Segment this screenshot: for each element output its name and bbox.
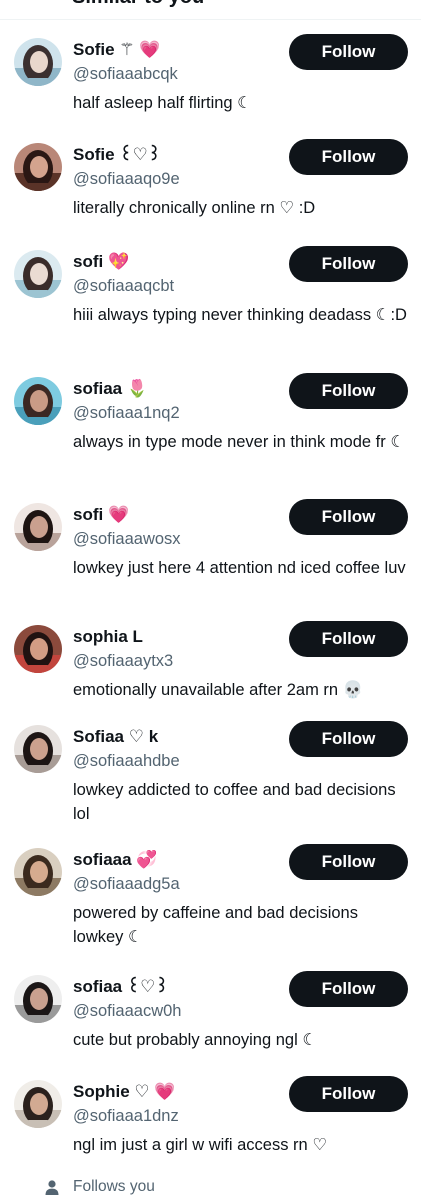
user-name[interactable]: sofi 💖	[73, 251, 129, 273]
user-name[interactable]: sofi 💗	[73, 504, 129, 526]
follows-you-label: Follows you	[73, 1178, 155, 1195]
follow-button[interactable]: Follow	[289, 621, 408, 657]
avatar[interactable]	[14, 377, 62, 425]
follow-button[interactable]: Follow	[289, 373, 408, 409]
user-bio: always in type mode never in think mode …	[73, 433, 406, 451]
avatar[interactable]	[14, 975, 62, 1023]
user-bio: cute but probably annoying ngl ☾	[73, 1031, 318, 1049]
avatar[interactable]	[14, 503, 62, 551]
user-name[interactable]: Sofie ⚚ 💗	[73, 39, 160, 61]
user-handle[interactable]: @sofiaaacw0h	[73, 1000, 181, 1022]
user-handle[interactable]: @sofiaaawosx	[73, 528, 181, 550]
avatar[interactable]	[14, 250, 62, 298]
follow-button[interactable]: Follow	[289, 721, 408, 757]
user-handle[interactable]: @sofiaaaqo9e	[73, 168, 180, 190]
header-divider	[0, 19, 421, 20]
user-bio: powered by caffeine and bad decisions lo…	[73, 904, 358, 946]
user-handle[interactable]: @sofiaaadg5a	[73, 873, 180, 895]
user-name[interactable]: sofiaa ꒰♡꒱	[73, 976, 169, 998]
follow-button[interactable]: Follow	[289, 844, 408, 880]
user-handle[interactable]: @sofiaaaytx3	[73, 650, 173, 672]
user-handle[interactable]: @sofiaaabcqk	[73, 63, 178, 85]
follow-button[interactable]: Follow	[289, 246, 408, 282]
follow-button[interactable]: Follow	[289, 971, 408, 1007]
user-name[interactable]: Sofiaa ♡ k	[73, 726, 158, 748]
user-bio: ngl im just a girl w wifi access rn ♡	[73, 1136, 328, 1154]
person-icon	[45, 1179, 59, 1195]
avatar[interactable]	[14, 1080, 62, 1128]
follow-button[interactable]: Follow	[289, 1076, 408, 1112]
user-bio: emotionally unavailable after 2am rn 💀	[73, 681, 364, 699]
follow-button[interactable]: Follow	[289, 139, 408, 175]
user-bio: literally chronically online rn ♡ :D	[73, 199, 316, 217]
user-name[interactable]: sofiaaa 💞	[73, 849, 157, 871]
follows-you-indicator: Follows you	[45, 1176, 155, 1198]
user-bio: half asleep half flirting ☾	[73, 94, 252, 112]
user-handle[interactable]: @sofiaaahdbe	[73, 750, 180, 772]
avatar[interactable]	[14, 625, 62, 673]
user-name[interactable]: Sophie ♡ 💗	[73, 1081, 176, 1103]
user-name[interactable]: sofiaa 🌷	[73, 378, 148, 400]
avatar[interactable]	[14, 38, 62, 86]
user-bio: lowkey addicted to coffee and bad decisi…	[73, 781, 396, 823]
user-handle[interactable]: @sofiaaaqcbt	[73, 275, 174, 297]
user-bio: hiii always typing never thinking deadas…	[73, 306, 407, 324]
user-name[interactable]: Sofie ꒰♡꒱	[73, 144, 161, 166]
user-handle[interactable]: @sofiaaa1dnz	[73, 1105, 179, 1127]
avatar[interactable]	[14, 725, 62, 773]
user-bio: lowkey just here 4 attention nd iced cof…	[73, 559, 406, 577]
page-title: Similar to you	[72, 0, 204, 9]
avatar[interactable]	[14, 848, 62, 896]
avatar[interactable]	[14, 143, 62, 191]
user-name[interactable]: sophia L	[73, 626, 143, 648]
follow-button[interactable]: Follow	[289, 499, 408, 535]
follow-button[interactable]: Follow	[289, 34, 408, 70]
user-handle[interactable]: @sofiaaa1nq2	[73, 402, 180, 424]
